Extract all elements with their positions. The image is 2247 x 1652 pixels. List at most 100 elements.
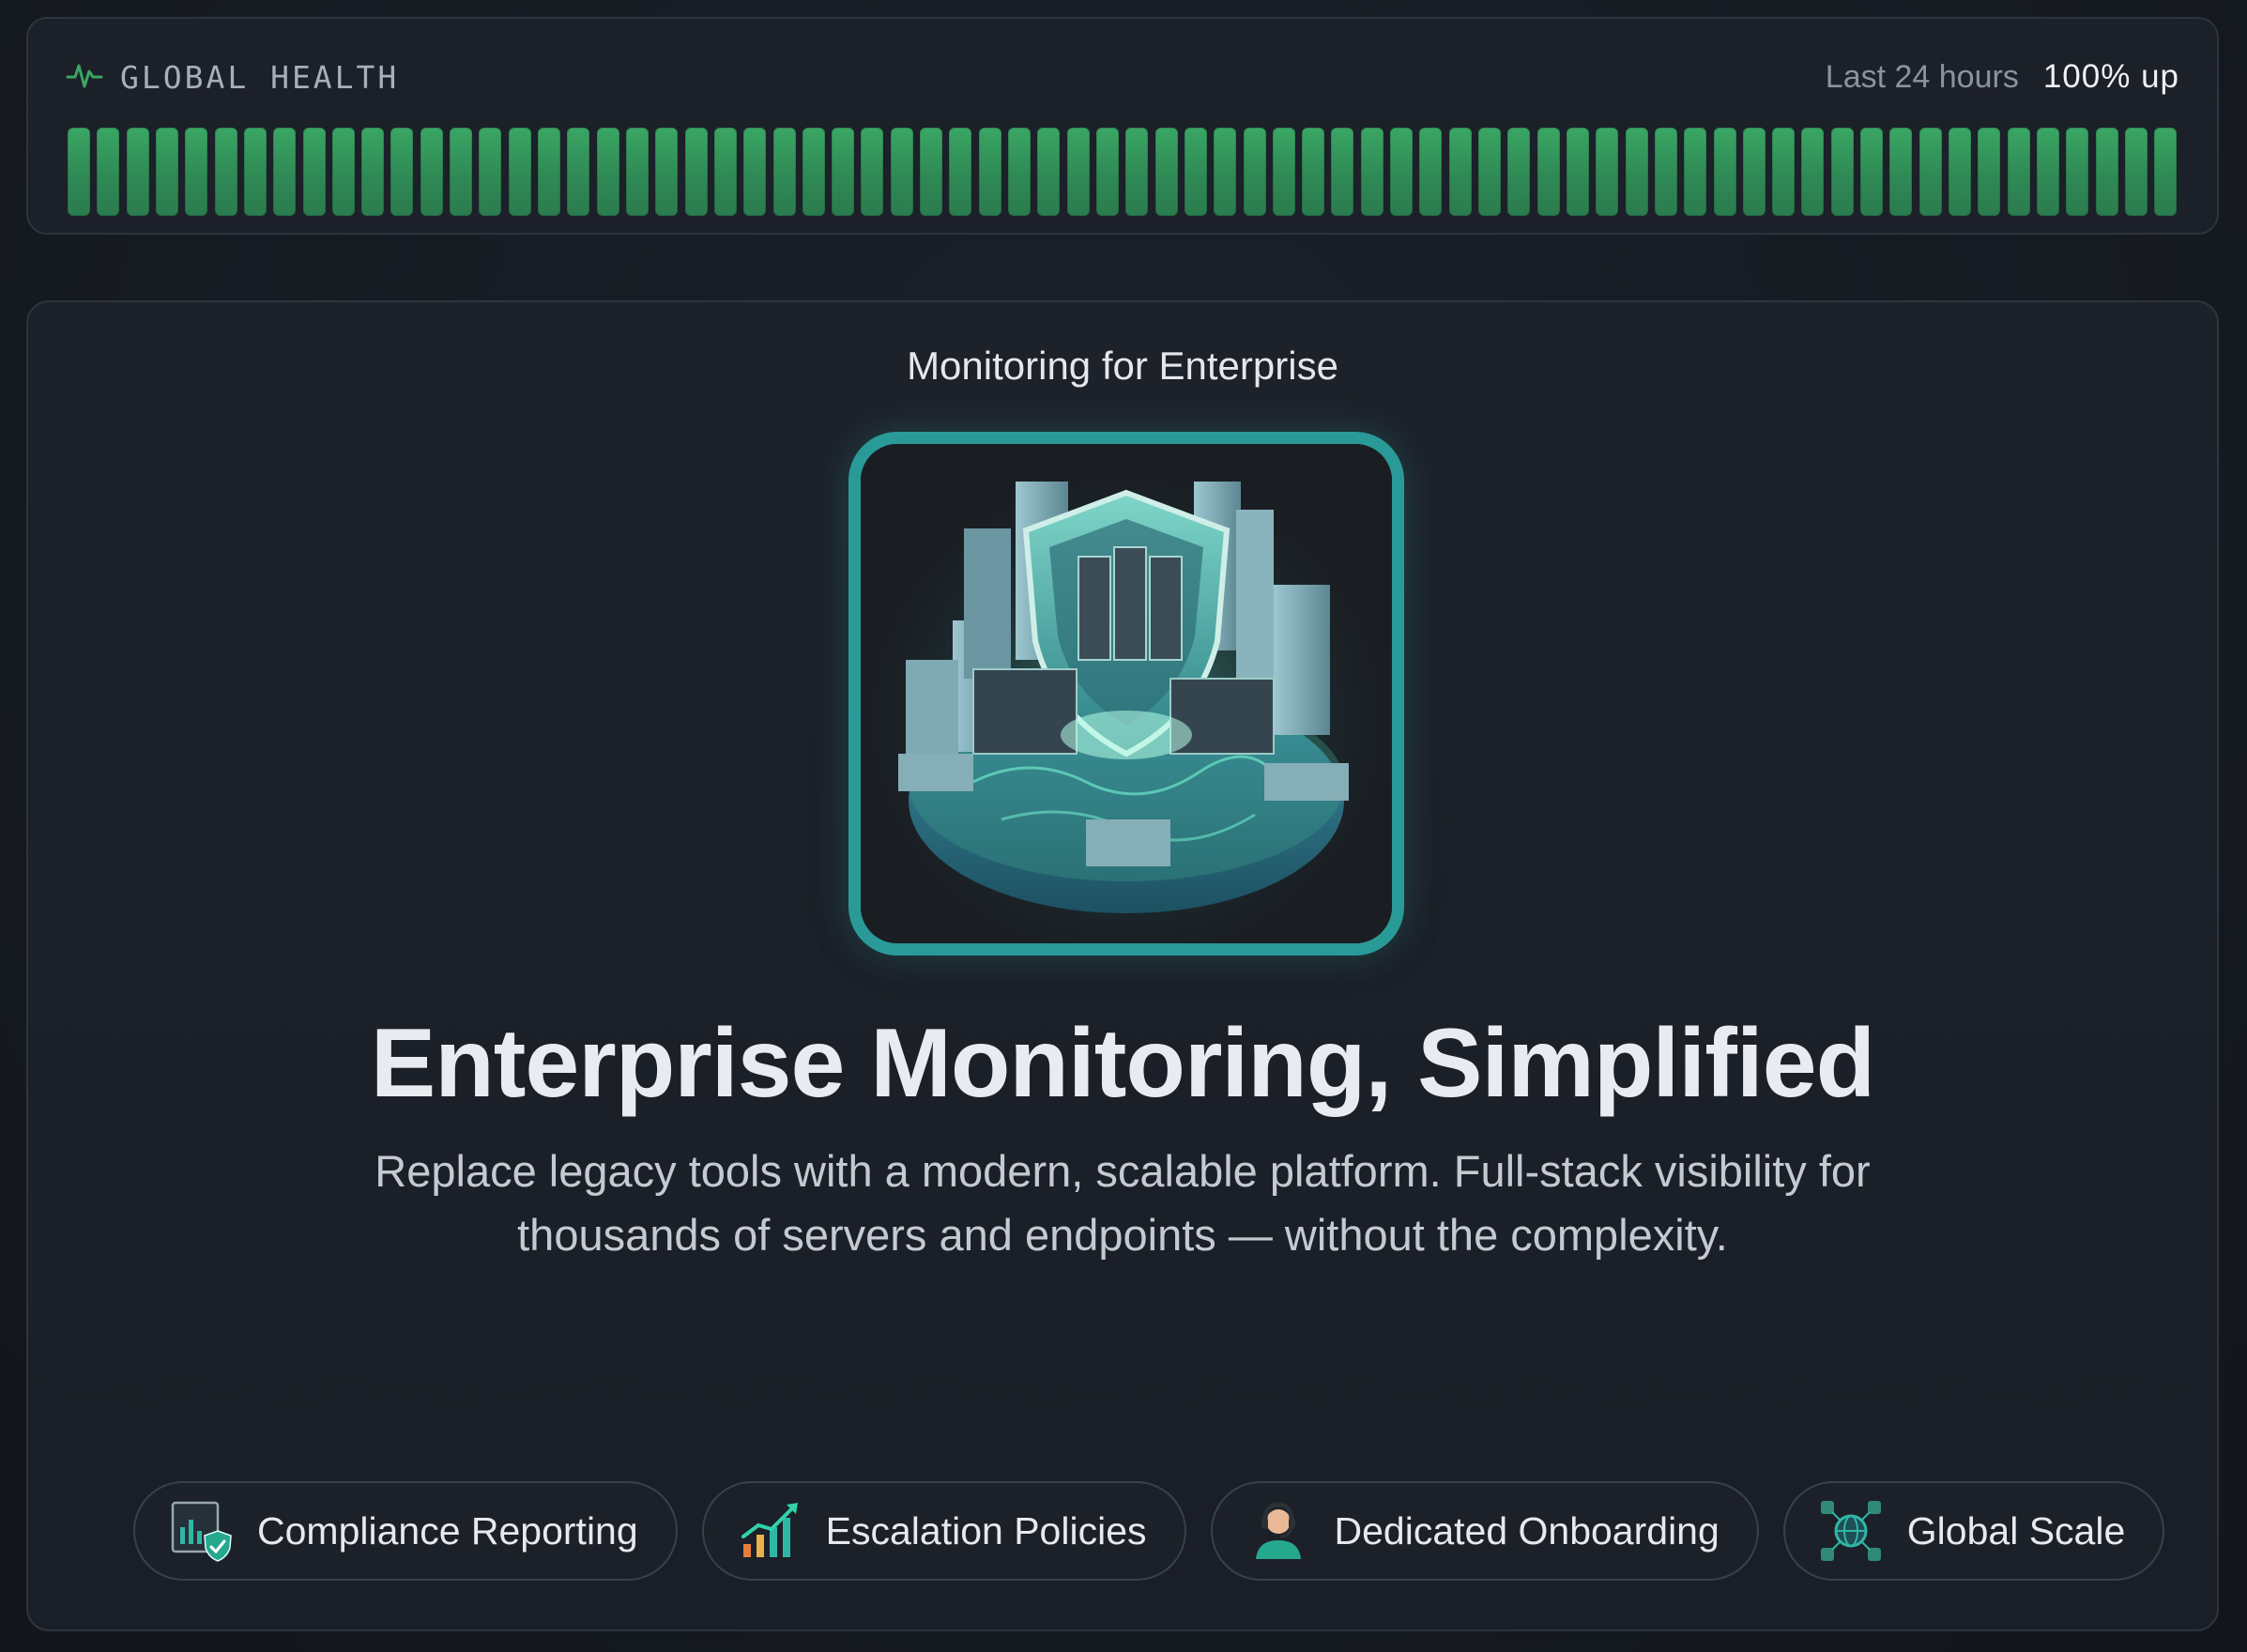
uptime-bar[interactable] bbox=[832, 128, 855, 216]
uptime-bar[interactable] bbox=[1066, 128, 1090, 216]
uptime-bar[interactable] bbox=[1978, 128, 2001, 216]
uptime-bar[interactable] bbox=[1507, 128, 1531, 216]
uptime-bar[interactable] bbox=[890, 128, 913, 216]
uptime-bar[interactable] bbox=[1184, 128, 1207, 216]
uptime-bar[interactable] bbox=[1037, 128, 1061, 216]
uptime-bar[interactable] bbox=[1390, 128, 1414, 216]
uptime-bar[interactable] bbox=[2154, 128, 2178, 216]
pulse-icon bbox=[66, 56, 103, 99]
feature-pill-compliance-reporting[interactable]: Compliance Reporting bbox=[133, 1481, 678, 1581]
global-health-label: GLOBAL HEALTH bbox=[120, 58, 400, 96]
globe-network-icon bbox=[1819, 1499, 1883, 1563]
feature-pill-global-scale[interactable]: Global Scale bbox=[1782, 1481, 2165, 1581]
uptime-bar[interactable] bbox=[684, 128, 708, 216]
uptime-bar[interactable] bbox=[2066, 128, 2089, 216]
feature-label: Escalation Policies bbox=[825, 1508, 1147, 1553]
global-health-card: GLOBAL HEALTH Last 24 hours 100% up bbox=[26, 17, 2219, 235]
uptime-bar[interactable] bbox=[1448, 128, 1472, 216]
uptime-bar[interactable] bbox=[1536, 128, 1560, 216]
uptime-bar[interactable] bbox=[625, 128, 649, 216]
uptime-bar[interactable] bbox=[802, 128, 825, 216]
hero-eyebrow: Monitoring for Enterprise bbox=[907, 344, 1338, 388]
uptime-bar[interactable] bbox=[567, 128, 590, 216]
uptime-bar[interactable] bbox=[1654, 128, 1677, 216]
uptime-bar[interactable] bbox=[2007, 128, 2030, 216]
uptime-bar[interactable] bbox=[420, 128, 443, 216]
feature-pill-dedicated-onboarding[interactable]: Dedicated Onboarding bbox=[1210, 1481, 1759, 1581]
uptime-bar[interactable] bbox=[713, 128, 737, 216]
uptime-bar[interactable] bbox=[1801, 128, 1825, 216]
uptime-bar[interactable] bbox=[185, 128, 208, 216]
uptime-bar[interactable] bbox=[596, 128, 619, 216]
time-range-label: Last 24 hours bbox=[1825, 59, 2019, 95]
global-health-header: GLOBAL HEALTH Last 24 hours 100% up bbox=[66, 56, 2179, 98]
uptime-bar[interactable] bbox=[1419, 128, 1443, 216]
enterprise-hero-card: Monitoring for Enterprise Enterprise Mon… bbox=[26, 300, 2219, 1631]
feature-pill-row: Compliance Reporting Escalation Policies bbox=[133, 1481, 2165, 1581]
uptime-bar[interactable] bbox=[1596, 128, 1619, 216]
feature-label: Global Scale bbox=[1906, 1508, 2126, 1553]
uptime-bar[interactable] bbox=[390, 128, 414, 216]
escalation-chart-icon bbox=[738, 1499, 802, 1563]
uptime-bar[interactable] bbox=[1566, 128, 1589, 216]
uptime-bar[interactable] bbox=[1918, 128, 1942, 216]
feature-label: Compliance Reporting bbox=[257, 1508, 638, 1553]
uptime-bar[interactable] bbox=[861, 128, 884, 216]
global-health-summary: Last 24 hours 100% up bbox=[1826, 58, 2179, 96]
enterprise-illustration-frame bbox=[848, 432, 1404, 956]
uptime-bar[interactable] bbox=[155, 128, 178, 216]
uptime-bar-strip bbox=[68, 128, 2178, 216]
uptime-bar[interactable] bbox=[214, 128, 237, 216]
hero-headline: Enterprise Monitoring, Simplified bbox=[370, 1009, 1875, 1118]
uptime-bar[interactable] bbox=[331, 128, 355, 216]
uptime-bar[interactable] bbox=[2095, 128, 2118, 216]
uptime-bar[interactable] bbox=[68, 128, 90, 216]
uptime-bar[interactable] bbox=[1860, 128, 1884, 216]
uptime-value: 100% up bbox=[2042, 58, 2179, 95]
enterprise-city-shield-illustration bbox=[861, 444, 1392, 943]
uptime-bar[interactable] bbox=[273, 128, 297, 216]
uptime-bar[interactable] bbox=[949, 128, 972, 216]
uptime-bar[interactable] bbox=[772, 128, 796, 216]
uptime-bar[interactable] bbox=[1742, 128, 1766, 216]
uptime-bar[interactable] bbox=[1008, 128, 1031, 216]
uptime-bar[interactable] bbox=[1772, 128, 1796, 216]
global-health-title-group: GLOBAL HEALTH bbox=[66, 56, 399, 99]
uptime-bar[interactable] bbox=[1889, 128, 1913, 216]
hero-subtext: Replace legacy tools with a modern, scal… bbox=[374, 1146, 1871, 1260]
uptime-bar[interactable] bbox=[1830, 128, 1854, 216]
uptime-bar[interactable] bbox=[655, 128, 679, 216]
uptime-bar[interactable] bbox=[1243, 128, 1266, 216]
uptime-bar[interactable] bbox=[920, 128, 943, 216]
uptime-bar[interactable] bbox=[1302, 128, 1325, 216]
uptime-bar[interactable] bbox=[1125, 128, 1149, 216]
uptime-bar[interactable] bbox=[450, 128, 473, 216]
uptime-bar[interactable] bbox=[743, 128, 767, 216]
uptime-bar[interactable] bbox=[1684, 128, 1707, 216]
uptime-bar[interactable] bbox=[126, 128, 149, 216]
uptime-bar[interactable] bbox=[1625, 128, 1648, 216]
uptime-bar[interactable] bbox=[2036, 128, 2059, 216]
uptime-bar[interactable] bbox=[978, 128, 1001, 216]
uptime-bar[interactable] bbox=[1095, 128, 1119, 216]
feature-label: Dedicated Onboarding bbox=[1334, 1508, 1720, 1553]
uptime-bar[interactable] bbox=[243, 128, 267, 216]
uptime-bar[interactable] bbox=[1154, 128, 1178, 216]
uptime-bar[interactable] bbox=[1478, 128, 1501, 216]
uptime-bar[interactable] bbox=[538, 128, 560, 216]
compliance-report-icon bbox=[169, 1499, 233, 1563]
uptime-bar[interactable] bbox=[361, 128, 385, 216]
uptime-bar[interactable] bbox=[1272, 128, 1295, 216]
uptime-bar[interactable] bbox=[1949, 128, 1971, 216]
support-agent-icon bbox=[1246, 1499, 1310, 1563]
uptime-bar[interactable] bbox=[302, 128, 326, 216]
uptime-bar[interactable] bbox=[97, 128, 120, 216]
uptime-bar[interactable] bbox=[508, 128, 531, 216]
uptime-bar[interactable] bbox=[479, 128, 502, 216]
uptime-bar[interactable] bbox=[1331, 128, 1354, 216]
uptime-bar[interactable] bbox=[1360, 128, 1383, 216]
uptime-bar[interactable] bbox=[1713, 128, 1736, 216]
uptime-bar[interactable] bbox=[2124, 128, 2148, 216]
feature-pill-escalation-policies[interactable]: Escalation Policies bbox=[701, 1481, 1186, 1581]
uptime-bar[interactable] bbox=[1214, 128, 1237, 216]
